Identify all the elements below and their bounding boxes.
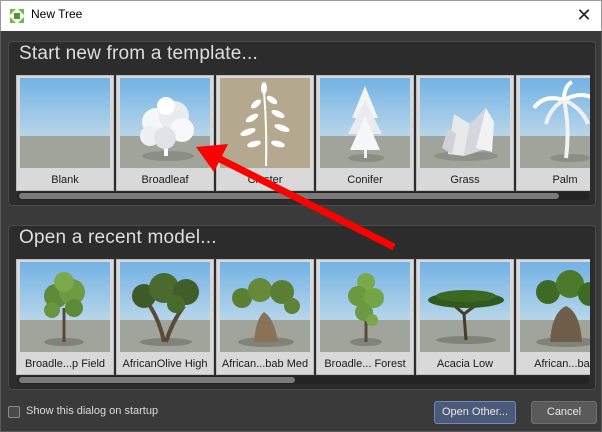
dialog-body: Start new from a template... Blank Broad…	[0, 31, 602, 432]
broadleaf-thumbnail	[120, 78, 210, 168]
startup-checkbox-label: Show this dialog on startup	[26, 405, 159, 417]
grass-thumbnail	[420, 78, 510, 168]
template-tile-grass[interactable]: Grass	[416, 75, 514, 191]
template-label: Palm	[552, 174, 578, 186]
template-strip: Blank Broadleaf Cluster Conifer Grass Pa…	[16, 75, 590, 193]
template-label: Conifer	[347, 174, 383, 186]
recent-tile[interactable]: African...bab	[516, 259, 590, 375]
window-title: New Tree	[31, 7, 83, 21]
template-label: Blank	[51, 174, 79, 186]
recent-tile[interactable]: Broadle... Forest	[316, 259, 414, 375]
tree-thumbnail	[520, 262, 590, 352]
template-label: Cluster	[247, 174, 283, 186]
template-tile-broadleaf[interactable]: Broadleaf	[116, 75, 214, 191]
template-tile-palm[interactable]: Palm	[516, 75, 590, 191]
recent-label: Acacia Low	[436, 358, 494, 370]
cancel-button[interactable]: Cancel	[531, 401, 597, 424]
template-label: Broadleaf	[141, 174, 189, 186]
palm-thumbnail	[520, 78, 590, 168]
recent-scrollbar[interactable]	[17, 376, 589, 384]
recent-tile[interactable]: Broadle...p Field	[16, 259, 114, 375]
recent-section-title: Open a recent model...	[19, 227, 217, 248]
template-label: Grass	[450, 174, 480, 186]
recent-scrollbar-thumb[interactable]	[19, 377, 295, 383]
open-other-button[interactable]: Open Other...	[434, 401, 516, 424]
tree-thumbnail	[320, 262, 410, 352]
template-scrollbar-thumb[interactable]	[19, 193, 559, 199]
recent-label: Broadle... Forest	[324, 358, 406, 370]
recent-tile[interactable]: AfricanOlive High	[116, 259, 214, 375]
tree-thumbnail	[420, 262, 510, 352]
recent-strip: Broadle...p Field AfricanOlive High Afri…	[16, 259, 590, 377]
cluster-thumbnail	[220, 78, 310, 168]
recent-label: African...bab	[534, 358, 590, 370]
tree-thumbnail	[20, 262, 110, 352]
conifer-thumbnail	[320, 78, 410, 168]
title-bar: New Tree ✕	[0, 0, 602, 31]
close-icon[interactable]: ✕	[567, 1, 601, 31]
recent-label: African...bab Med	[221, 358, 309, 370]
recent-section: Open a recent model... Broadle...p Field…	[8, 225, 596, 390]
tree-thumbnail	[120, 262, 210, 352]
recent-tile[interactable]: African...bab Med	[216, 259, 314, 375]
app-tree-icon	[9, 8, 25, 24]
template-section-title: Start new from a template...	[19, 43, 258, 64]
startup-checkbox[interactable]	[8, 406, 20, 418]
template-tile-blank[interactable]: Blank	[16, 75, 114, 191]
template-tile-conifer[interactable]: Conifer	[316, 75, 414, 191]
template-section: Start new from a template... Blank Broad…	[8, 41, 596, 206]
recent-label: Broadle...p Field	[24, 358, 106, 370]
template-scrollbar[interactable]	[17, 192, 589, 200]
recent-label: AfricanOlive High	[122, 358, 208, 370]
tree-thumbnail	[220, 262, 310, 352]
blank-thumbnail	[20, 78, 110, 168]
recent-tile[interactable]: Acacia Low	[416, 259, 514, 375]
template-tile-cluster[interactable]: Cluster	[216, 75, 314, 191]
